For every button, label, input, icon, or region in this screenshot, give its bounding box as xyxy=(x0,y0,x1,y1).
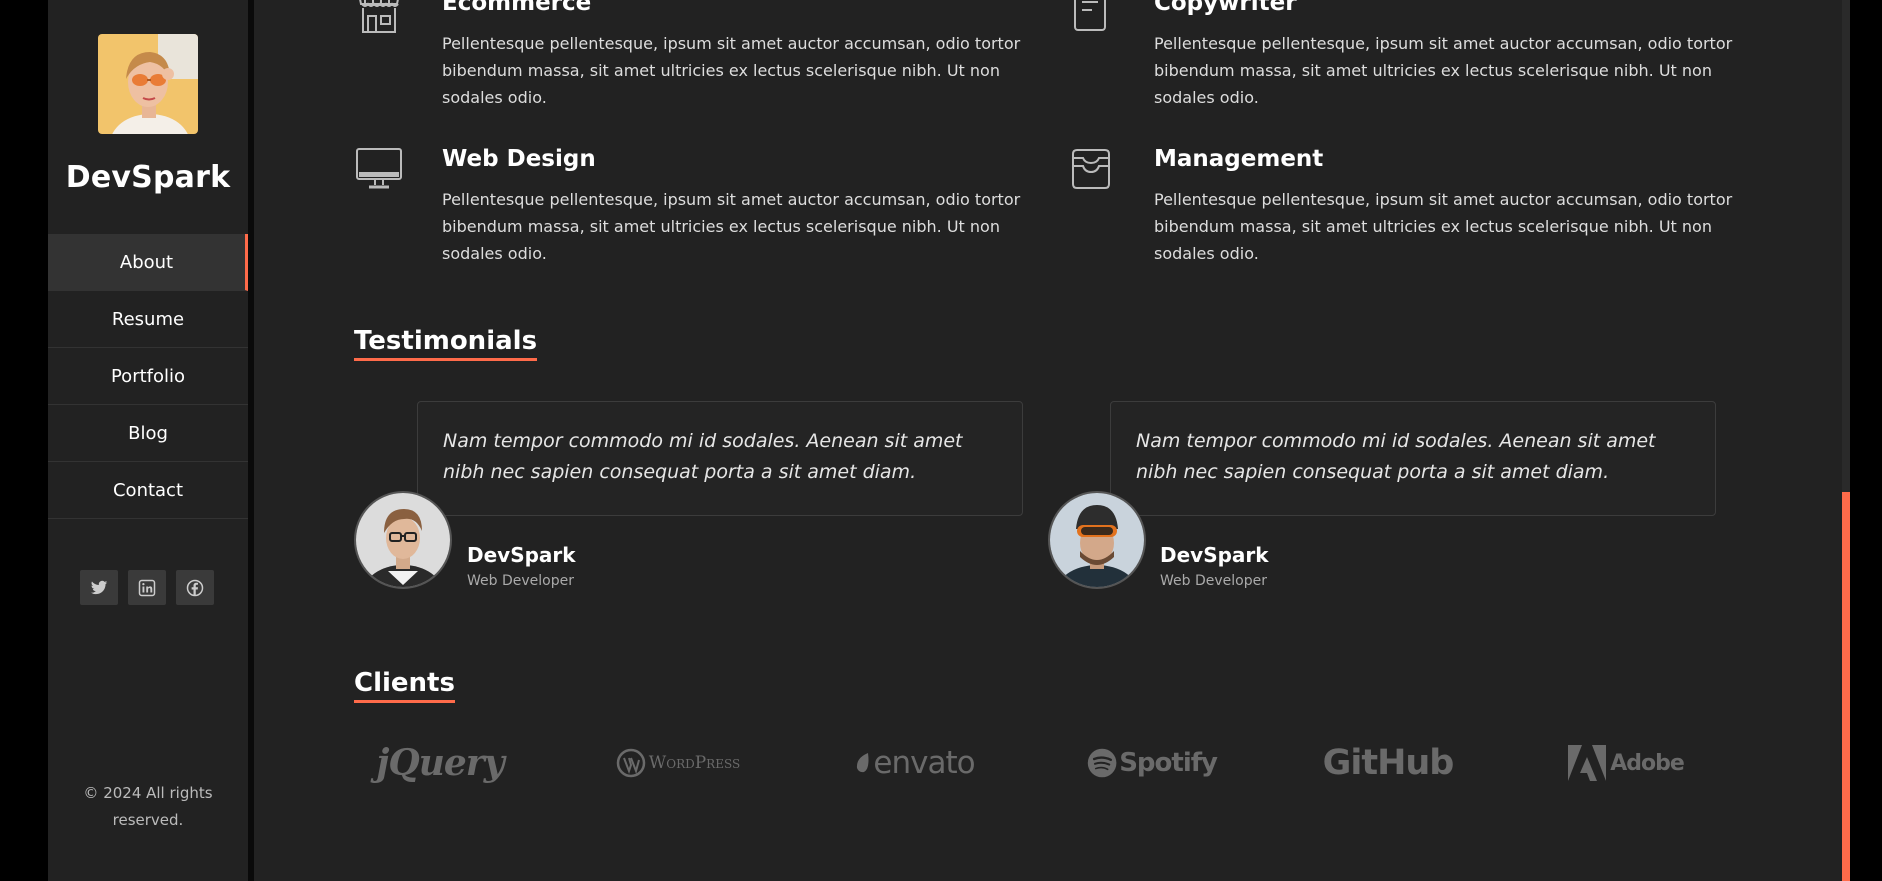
copyright: © 2024 All rights reserved. xyxy=(48,780,248,834)
service-title: Web Design xyxy=(442,146,596,172)
document-icon xyxy=(1074,0,1106,31)
adobe-icon xyxy=(1568,745,1607,781)
testimonial-card: Nam tempor commodo mi id sodales. Aenean… xyxy=(417,401,1023,516)
client-logo-wordpress[interactable]: WordPress xyxy=(613,738,743,788)
right-margin xyxy=(1850,0,1882,881)
main-nav: About Resume Portfolio Blog Contact xyxy=(48,234,248,519)
client-logo-text: Adobe xyxy=(1610,750,1685,776)
copyright-line-1: © 2024 All rights xyxy=(83,784,213,802)
nav-item-contact[interactable]: Contact xyxy=(48,462,248,519)
client-logo-text: envato xyxy=(873,745,975,781)
service-description: Pellentesque pellentesque, ipsum sit ame… xyxy=(442,190,1021,263)
testimonial-card: Nam tempor commodo mi id sodales. Aenean… xyxy=(1110,401,1716,516)
copyright-line-2: reserved. xyxy=(112,811,184,829)
clients-logos: jQuery WordPress envato Spotify GitHub A xyxy=(355,738,1735,788)
brand-name: DevSpark xyxy=(65,160,231,195)
service-title: Copywriter xyxy=(1154,0,1297,16)
client-logo-envato[interactable]: envato xyxy=(850,738,980,788)
spotify-icon xyxy=(1087,748,1117,778)
client-logo-text: GitHub xyxy=(1322,743,1455,783)
linkedin-button[interactable] xyxy=(128,570,166,605)
clients-title: Clients xyxy=(354,668,455,703)
sidebar: DevSpark About Resume Portfolio Blog Con… xyxy=(48,0,248,881)
social-links xyxy=(80,570,214,605)
twitter-button[interactable] xyxy=(80,570,118,605)
testimonial-quote: Nam tempor commodo mi id sodales. Aenean… xyxy=(443,430,963,483)
linkedin-icon xyxy=(138,579,156,596)
nav-item-blog[interactable]: Blog xyxy=(48,405,248,462)
testimonial-avatar xyxy=(1048,491,1146,589)
client-logo-github[interactable]: GitHub xyxy=(1322,738,1455,788)
wordpress-icon xyxy=(616,748,646,778)
avatar xyxy=(98,34,198,134)
testimonials-title: Testimonials xyxy=(354,326,538,361)
service-description: Pellentesque pellentesque, ipsum sit ame… xyxy=(1154,190,1733,263)
inbox-icon xyxy=(1072,149,1110,189)
client-logo-spotify[interactable]: Spotify xyxy=(1087,738,1218,788)
envato-leaf-icon xyxy=(857,753,869,773)
service-description: Pellentesque pellentesque, ipsum sit ame… xyxy=(1154,34,1733,107)
testimonial-name: DevSpark xyxy=(467,543,576,567)
testimonial-role: Web Developer xyxy=(1160,573,1267,589)
testimonial-role: Web Developer xyxy=(467,573,574,589)
client-logo-text: Spotify xyxy=(1119,748,1218,778)
nav-item-about[interactable]: About xyxy=(48,234,248,291)
twitter-icon xyxy=(90,580,108,594)
client-logo-text: jQuery xyxy=(376,742,504,784)
scrollbar[interactable] xyxy=(1842,0,1850,881)
testimonial-quote: Nam tempor commodo mi id sodales. Aenean… xyxy=(1136,430,1656,483)
facebook-button[interactable] xyxy=(176,570,214,605)
nav-item-portfolio[interactable]: Portfolio xyxy=(48,348,248,405)
storefront-icon xyxy=(359,0,399,33)
nav-item-resume[interactable]: Resume xyxy=(48,291,248,348)
facebook-icon xyxy=(186,579,204,596)
scrollbar-thumb[interactable] xyxy=(1842,492,1850,881)
testimonial-avatar xyxy=(354,491,452,589)
testimonial-name: DevSpark xyxy=(1160,543,1269,567)
service-title: Management xyxy=(1154,146,1324,172)
service-title: Ecommerce xyxy=(442,0,592,16)
service-description: Pellentesque pellentesque, ipsum sit ame… xyxy=(442,34,1021,107)
client-logo-adobe[interactable]: Adobe xyxy=(1560,738,1690,788)
monitor-icon xyxy=(356,148,402,189)
client-logo-text: WordPress xyxy=(648,753,741,773)
client-logo-jquery[interactable]: jQuery xyxy=(375,738,505,788)
